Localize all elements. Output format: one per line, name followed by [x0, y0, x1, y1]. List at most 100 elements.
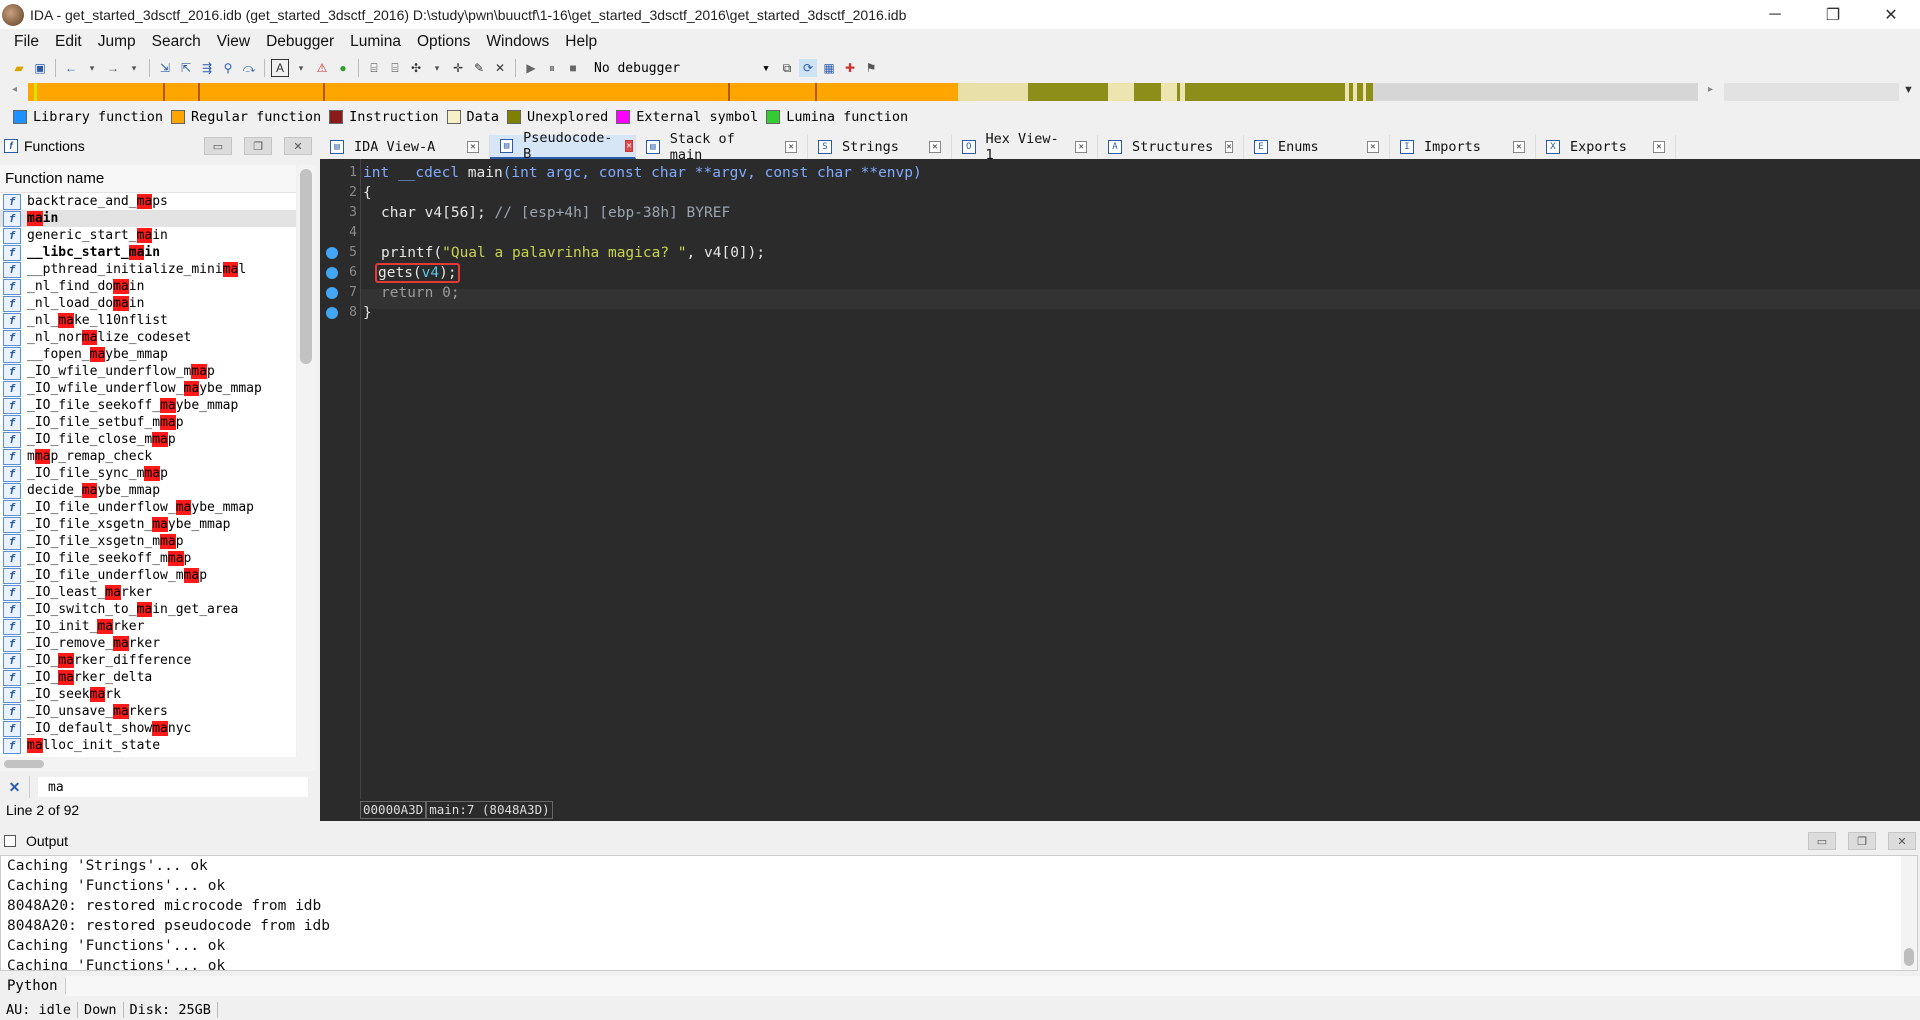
function-row[interactable]: f _IO_wfile_underflow_mmap [0, 363, 296, 380]
breakpoint-dot-icon[interactable] [326, 267, 338, 279]
tab-close-icon[interactable]: ✕ [929, 141, 941, 153]
tab-pseudocode-b[interactable]: ▤ Pseudocode-B ✕ [490, 130, 636, 162]
minimize-button[interactable]: ─ [1746, 0, 1804, 29]
open-folder-icon[interactable]: ▰ [10, 59, 28, 77]
panel-float-button[interactable]: ❐ [244, 137, 272, 155]
dropdown-arrow-icon[interactable]: ▾ [125, 59, 143, 77]
function-row[interactable]: f _IO_init_marker [0, 618, 296, 635]
function-row[interactable]: f decide_maybe_mmap [0, 482, 296, 499]
code-line-8[interactable]: } [363, 303, 372, 323]
function-row[interactable]: f _IO_file_seekoff_maybe_mmap [0, 397, 296, 414]
menu-view[interactable]: View [209, 33, 258, 51]
breakpoint-dot-icon[interactable] [326, 287, 338, 299]
dropdown-arrow-icon[interactable]: ▾ [292, 59, 310, 77]
function-row[interactable]: f _nl_normalize_codeset [0, 329, 296, 346]
lumina-icon[interactable]: ⚑ [862, 59, 880, 77]
function-row[interactable]: f _IO_marker_difference [0, 652, 296, 669]
functions-vertical-scrollbar[interactable] [297, 165, 316, 757]
functions-list[interactable]: Function name f backtrace_and_maps f main f g… [0, 165, 296, 757]
cli-language-button[interactable]: Python [0, 978, 66, 994]
attach-icon[interactable]: ⧉ [778, 59, 796, 77]
code-line-6[interactable]: gets(v4); [375, 263, 460, 283]
menu-jump[interactable]: Jump [90, 33, 144, 51]
code-line-5[interactable]: printf("Qual a palavrinha magica? ", v4[… [381, 243, 765, 263]
code-line-2[interactable]: { [363, 183, 372, 203]
save-icon[interactable]: ▣ [31, 59, 49, 77]
proximity-icon[interactable]: ⌸ [386, 59, 404, 77]
tab-enums[interactable]: E Enums ✕ [1244, 135, 1390, 159]
menu-options[interactable]: Options [409, 33, 478, 51]
navigation-scroll-track[interactable] [1724, 83, 1899, 101]
breakpoint-dot-icon[interactable] [326, 247, 338, 259]
function-row[interactable]: f _IO_file_xsgetn_mmap [0, 533, 296, 550]
tab-close-icon[interactable]: ✕ [1653, 141, 1665, 153]
code-line-7[interactable]: return 0; [381, 283, 460, 303]
scrollbar-thumb[interactable] [300, 169, 312, 364]
code-line-3[interactable]: char v4[56]; // [esp+4h] [ebp-38h] BYREF [381, 203, 730, 223]
debugger-select[interactable]: No debugger ▾ [589, 58, 775, 78]
function-row[interactable]: f generic_start_main [0, 227, 296, 244]
function-row[interactable]: f mmap_remap_check [0, 448, 296, 465]
dropdown-arrow-icon[interactable]: ▾ [83, 59, 101, 77]
tab-stack-of-main[interactable]: ▤ Stack of main ✕ [636, 131, 808, 163]
tab-imports[interactable]: I Imports ✕ [1390, 135, 1536, 159]
menu-search[interactable]: Search [144, 33, 209, 51]
code-area[interactable]: int __cdecl main(int argc, const char **… [360, 159, 1920, 799]
warning-icon[interactable]: ⚠ [313, 59, 331, 77]
restore-button[interactable]: ❐ [1804, 0, 1862, 29]
play-icon[interactable]: ▶ [522, 59, 540, 77]
clear-filter-icon[interactable]: ✕ [0, 776, 30, 798]
panel-close-button[interactable]: ✕ [284, 137, 312, 155]
function-row[interactable]: f _nl_make_l10nflist [0, 312, 296, 329]
panel-maximize-button[interactable]: ▭ [204, 137, 232, 155]
text-search-icon[interactable]: A [271, 59, 289, 77]
menu-debugger[interactable]: Debugger [258, 33, 342, 51]
tab-close-icon[interactable]: ✕ [625, 140, 633, 152]
function-row[interactable]: f main [0, 210, 296, 227]
function-row[interactable]: f _IO_default_showmanyc [0, 720, 296, 737]
tab-exports[interactable]: X Exports ✕ [1536, 135, 1676, 159]
nav-left-arrow-icon[interactable]: ◂ [12, 84, 17, 95]
nav-right-arrow-icon[interactable]: ▸ [1708, 84, 1713, 95]
scrollbar-thumb[interactable] [1904, 948, 1914, 966]
tab-close-icon[interactable]: ✕ [785, 141, 797, 153]
function-name-column-header[interactable]: Function name [0, 165, 296, 193]
code-line-1[interactable]: int __cdecl main(int argc, const char **… [363, 163, 922, 183]
search-next-icon[interactable]: ⤼ [240, 59, 258, 77]
tab-close-icon[interactable]: ✕ [1367, 141, 1379, 153]
jump-unexplored-icon[interactable]: ⇶ [198, 59, 216, 77]
jump-data-icon[interactable]: ⇱ [177, 59, 195, 77]
function-row[interactable]: f _nl_load_domain [0, 295, 296, 312]
menu-help[interactable]: Help [557, 33, 605, 51]
function-row[interactable]: f _IO_marker_delta [0, 669, 296, 686]
navigation-strip[interactable] [28, 83, 1698, 101]
function-row[interactable]: f _IO_file_xsgetn_maybe_mmap [0, 516, 296, 533]
menu-file[interactable]: File [6, 33, 47, 51]
close-window-button[interactable]: ✕ [1862, 0, 1920, 29]
tab-strings[interactable]: S Strings ✕ [808, 135, 952, 159]
function-row[interactable]: f __pthread_initialize_minimal [0, 261, 296, 278]
function-row[interactable]: f backtrace_and_maps [0, 193, 296, 210]
cross-ref-icon[interactable]: ✣ [407, 59, 425, 77]
menu-windows[interactable]: Windows [478, 33, 557, 51]
function-row[interactable]: f __fopen_maybe_mmap [0, 346, 296, 363]
function-row[interactable]: f _IO_switch_to_main_get_area [0, 601, 296, 618]
function-row[interactable]: f _IO_file_underflow_maybe_mmap [0, 499, 296, 516]
tab-close-icon[interactable]: ✕ [1513, 141, 1525, 153]
plugin-icon[interactable]: ✚ [841, 59, 859, 77]
output-log[interactable]: Caching 'Strings'... ok Caching 'Function… [0, 855, 1918, 971]
pause-icon[interactable]: ⏸ [543, 59, 561, 77]
tab-close-icon[interactable]: ✕ [1225, 141, 1233, 153]
plus-icon[interactable]: ✛ [449, 59, 467, 77]
breakpoint-dot-icon[interactable] [326, 307, 338, 319]
function-row[interactable]: f _IO_file_underflow_mmap [0, 567, 296, 584]
search-binary-icon[interactable]: ⚲ [219, 59, 237, 77]
delete-icon[interactable]: ✕ [491, 59, 509, 77]
functions-horizontal-scrollbar[interactable] [0, 757, 316, 771]
function-row[interactable]: f _IO_file_sync_mmap [0, 465, 296, 482]
nav-dropdown-icon[interactable]: ▼ [1903, 84, 1914, 96]
pseudocode-view[interactable]: 1 2 3 4 5 6 7 8 int __cdecl main(int argc, cons… [320, 159, 1920, 799]
menu-lumina[interactable]: Lumina [342, 33, 409, 51]
function-row[interactable]: f _IO_seekmark [0, 686, 296, 703]
panel-float-button[interactable]: ❐ [1848, 832, 1876, 850]
